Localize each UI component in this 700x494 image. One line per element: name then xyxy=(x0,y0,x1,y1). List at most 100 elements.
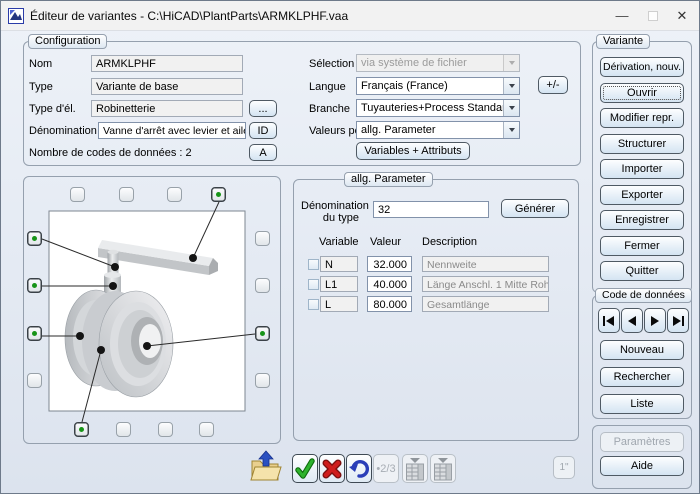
hotspot-right-4[interactable] xyxy=(255,373,270,388)
param-checkbox[interactable] xyxy=(308,299,319,310)
previous-record-button[interactable] xyxy=(621,308,643,333)
next-record-button[interactable] xyxy=(644,308,666,333)
structurer-button[interactable]: Structurer xyxy=(600,134,684,154)
hotspot-bottom-3[interactable] xyxy=(158,422,173,437)
hotspot-right-2[interactable] xyxy=(255,278,270,293)
valve-3d-preview xyxy=(23,176,281,444)
variable-description-field: Nennweite xyxy=(422,256,549,272)
type-label: Type xyxy=(29,81,53,93)
hotspot-left-1[interactable] xyxy=(27,231,42,246)
selection-dropdown: via système de fichier xyxy=(356,54,520,72)
hotspot-bottom-4[interactable] xyxy=(199,422,214,437)
variable-description-field: Länge Anschl. 1 Mitte Rohr 5 xyxy=(422,276,549,292)
configuration-legend: Configuration xyxy=(28,34,107,49)
hotspot-bottom-1[interactable] xyxy=(74,422,89,437)
browse-button[interactable]: ... xyxy=(249,100,277,117)
green-dot-icon xyxy=(260,331,265,336)
export-folder-icon[interactable] xyxy=(249,450,283,483)
inch-button: 1" xyxy=(553,456,575,479)
langue-dropdown[interactable]: Français (France) xyxy=(356,77,520,95)
fermer-button[interactable]: Fermer xyxy=(600,236,684,256)
denom-type-field[interactable]: 32 xyxy=(373,201,489,218)
variant-editor-window: Éditeur de variantes - C:\HiCAD\PlantPar… xyxy=(0,0,700,494)
ouvrir-button[interactable]: Ouvrir xyxy=(600,83,684,103)
type-field: Variante de base xyxy=(91,78,243,95)
previous-icon xyxy=(627,316,637,326)
valeurs-pour-dropdown[interactable]: allg. Parameter xyxy=(356,121,520,139)
last-icon xyxy=(672,316,684,326)
apply-button[interactable] xyxy=(292,454,318,483)
first-record-button[interactable] xyxy=(598,308,620,333)
aide-button[interactable]: Aide xyxy=(600,456,684,476)
importer-button[interactable]: Importer xyxy=(600,159,684,179)
col-valeur: Valeur xyxy=(370,236,401,248)
variable-value-field[interactable]: 80.000 xyxy=(367,296,412,312)
data-codes-count-label: Nombre de codes de données : 2 xyxy=(29,147,192,159)
derivation-nouv-button[interactable]: Dérivation, nouv. xyxy=(600,57,684,77)
hotspot-right-3[interactable] xyxy=(255,326,270,341)
hotspot-top-2[interactable] xyxy=(119,187,134,202)
hotspot-left-2[interactable] xyxy=(27,278,42,293)
variable-value-field[interactable]: 32.000 xyxy=(367,256,412,272)
variables-attributs-button[interactable]: Variables + Attributs xyxy=(356,142,470,160)
branche-dropdown[interactable]: Tuyauteries+Process Standard xyxy=(356,99,520,117)
data-code-legend: Code de données xyxy=(595,288,692,303)
generer-button[interactable]: Générer xyxy=(501,199,569,218)
variable-value-field[interactable]: 40.000 xyxy=(367,276,412,292)
hotspot-bottom-2[interactable] xyxy=(116,422,131,437)
variable-name-field: L xyxy=(320,296,358,312)
app-icon xyxy=(8,8,24,24)
red-x-icon xyxy=(322,459,342,479)
chevron-down-icon[interactable] xyxy=(503,122,519,138)
close-button[interactable]: ✕ xyxy=(667,1,697,30)
langue-label: Langue xyxy=(309,81,346,93)
col-description: Description xyxy=(422,236,477,248)
nouveau-button[interactable]: Nouveau xyxy=(600,340,684,360)
denom-type-label-2: du type xyxy=(301,212,359,224)
nom-field: ARMKLPHF xyxy=(91,55,243,72)
rechercher-button[interactable]: Rechercher xyxy=(600,367,684,387)
selection-label: Sélection xyxy=(309,58,354,70)
plus-minus-button[interactable]: +/- xyxy=(538,76,568,94)
nom-label: Nom xyxy=(29,58,52,70)
exporter-button[interactable]: Exporter xyxy=(600,185,684,205)
green-dot-icon xyxy=(79,427,84,432)
liste-button[interactable]: Liste xyxy=(600,394,684,414)
check-icon xyxy=(295,458,315,480)
next-icon xyxy=(650,316,660,326)
hotspot-top-4[interactable] xyxy=(211,187,226,202)
denomination-field[interactable]: Vanne d'arrêt avec levier et ailes xyxy=(98,122,246,139)
table-icon xyxy=(432,457,454,481)
branche-label: Branche xyxy=(309,103,350,115)
last-record-button[interactable] xyxy=(667,308,689,333)
green-dot-icon xyxy=(32,331,37,336)
denom-type-label-1: Dénomination xyxy=(301,200,359,212)
hotspot-left-4[interactable] xyxy=(27,373,42,388)
hotspot-top-1[interactable] xyxy=(70,187,85,202)
variable-description-field: Gesamtlänge xyxy=(422,296,549,312)
undo-button[interactable] xyxy=(346,454,372,483)
page-2-3-button: •2/3 xyxy=(373,454,399,483)
param-checkbox[interactable] xyxy=(308,259,319,270)
enregistrer-button[interactable]: Enregistrer xyxy=(600,210,684,230)
modifier-repr-button[interactable]: Modifier repr. xyxy=(600,108,684,128)
table-icon xyxy=(404,457,426,481)
first-icon xyxy=(603,316,615,326)
parameter-legend: allg. Parameter xyxy=(344,172,433,187)
cancel-button[interactable] xyxy=(319,454,345,483)
hotspot-right-1[interactable] xyxy=(255,231,270,246)
hotspot-top-3[interactable] xyxy=(167,187,182,202)
table-2-button xyxy=(430,454,456,483)
id-button[interactable]: ID xyxy=(249,122,277,139)
table-1-button xyxy=(402,454,428,483)
param-checkbox[interactable] xyxy=(308,279,319,290)
chevron-down-icon[interactable] xyxy=(503,100,519,116)
maximize-icon xyxy=(648,11,658,21)
chevron-down-icon xyxy=(503,55,519,71)
a-button[interactable]: A xyxy=(249,144,277,161)
type-el-label: Type d'él. xyxy=(29,103,76,115)
hotspot-left-3[interactable] xyxy=(27,326,42,341)
quitter-button[interactable]: Quitter xyxy=(600,261,684,281)
chevron-down-icon[interactable] xyxy=(503,78,519,94)
minimize-button[interactable]: — xyxy=(607,1,637,30)
